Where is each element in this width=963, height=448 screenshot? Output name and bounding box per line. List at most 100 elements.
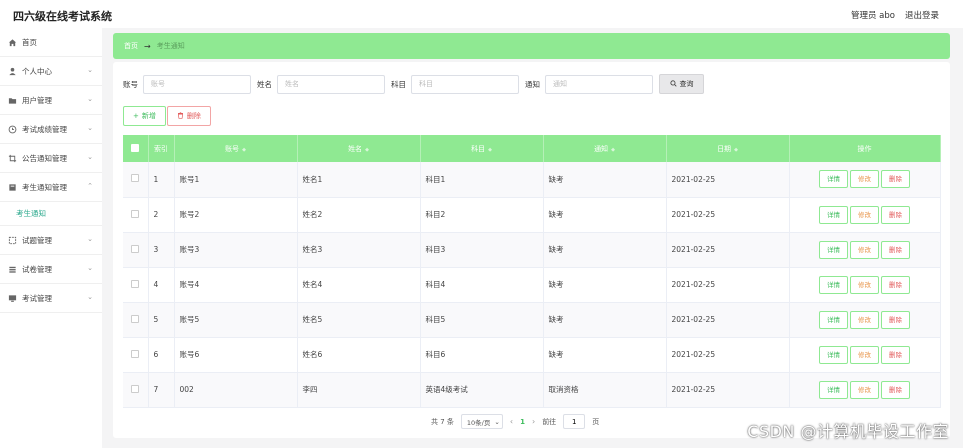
edit-button[interactable]: 修改 xyxy=(850,310,879,329)
row-delete-button[interactable]: 删除 xyxy=(881,380,910,399)
account-input[interactable] xyxy=(143,74,251,94)
cell-index: 3 xyxy=(148,232,175,267)
detail-button[interactable]: 详情 xyxy=(819,380,848,399)
cell-subject: 科目4 xyxy=(420,267,544,302)
cell-notice: 缺考 xyxy=(543,267,667,302)
cell-subject: 科目6 xyxy=(420,337,544,372)
chevron-up-icon: ⌃ xyxy=(87,182,93,190)
breadcrumb-home[interactable]: 首页 xyxy=(124,41,138,51)
edit-button[interactable]: 修改 xyxy=(850,275,879,294)
notice-input[interactable] xyxy=(545,74,653,94)
row-checkbox[interactable] xyxy=(123,267,149,302)
edit-button[interactable]: 修改 xyxy=(850,345,879,364)
sidebar-item-scores[interactable]: 考试成绩管理 ⌄ xyxy=(0,115,102,144)
edit-button[interactable]: 修改 xyxy=(850,170,879,189)
row-checkbox[interactable] xyxy=(123,372,149,407)
logout-link[interactable]: 退出登录 xyxy=(905,9,939,21)
edit-button[interactable]: 修改 xyxy=(850,380,879,399)
sidebar-item-announcements[interactable]: 公告通知管理 ⌄ xyxy=(0,144,102,173)
row-delete-button[interactable]: 删除 xyxy=(881,345,910,364)
row-delete-button[interactable]: 删除 xyxy=(881,170,910,189)
sidebar-item-student-notices[interactable]: 考生通知管理 ⌃ xyxy=(0,173,102,202)
cell-ops: 详情 修改 删除 xyxy=(789,337,941,372)
subject-input[interactable] xyxy=(411,74,519,94)
search-icon xyxy=(669,79,677,89)
column-header-date[interactable]: 日期 ◆ xyxy=(666,135,790,162)
page-size-select[interactable]: 10条/页 ⌄ xyxy=(460,414,503,429)
row-checkbox[interactable] xyxy=(123,337,149,372)
user-icon xyxy=(8,67,17,76)
table-row: 2 账号2 姓名2 科目2 缺考 2021-02-25 详情 修改 删除 xyxy=(123,197,941,232)
detail-button[interactable]: 详情 xyxy=(819,345,848,364)
select-all-checkbox[interactable] xyxy=(123,135,149,162)
row-checkbox[interactable] xyxy=(123,232,149,267)
cell-index: 5 xyxy=(148,302,175,337)
sidebar-item-label: 考试成绩管理 xyxy=(22,124,67,134)
column-header-account[interactable]: 账号 ◆ xyxy=(174,135,298,162)
cell-index: 2 xyxy=(148,197,175,232)
edit-button[interactable]: 修改 xyxy=(850,205,879,224)
monitor-icon xyxy=(8,294,17,303)
search-button-label: 查询 xyxy=(679,80,694,88)
table-row: 1 账号1 姓名1 科目1 缺考 2021-02-25 详情 修改 删除 xyxy=(123,162,941,197)
doc-icon xyxy=(8,183,17,192)
detail-button[interactable]: 详情 xyxy=(819,310,848,329)
cell-date: 2021-02-25 xyxy=(666,162,790,197)
cell-notice: 缺考 xyxy=(543,302,667,337)
row-delete-button[interactable]: 删除 xyxy=(881,240,910,259)
main-panel: 账号 姓名 科目 通知 查询 + 新增 删除 xyxy=(113,62,950,438)
page-suffix: 页 xyxy=(592,417,600,426)
detail-button[interactable]: 详情 xyxy=(819,275,848,294)
sidebar-item-questions[interactable]: 试题管理 ⌄ xyxy=(0,226,102,255)
column-header-name[interactable]: 姓名 ◆ xyxy=(297,135,421,162)
trash-icon xyxy=(177,111,184,121)
edit-button[interactable]: 修改 xyxy=(850,240,879,259)
sidebar-item-personal[interactable]: 个人中心 ⌄ xyxy=(0,57,102,86)
delete-button[interactable]: 删除 xyxy=(166,106,211,126)
sidebar-item-home[interactable]: 首页 xyxy=(0,28,102,57)
cell-ops: 详情 修改 删除 xyxy=(789,302,941,337)
breadcrumb-current: 考生通知 xyxy=(156,42,185,50)
cell-account: 账号6 xyxy=(174,337,298,372)
chevron-down-icon: ⌄ xyxy=(494,417,500,426)
cell-account: 账号5 xyxy=(174,302,298,337)
row-checkbox[interactable] xyxy=(123,302,149,337)
sidebar-item-label: 个人中心 xyxy=(22,66,52,76)
prev-page-button[interactable]: ‹ xyxy=(510,417,513,426)
sidebar-item-users[interactable]: 用户管理 ⌄ xyxy=(0,86,102,115)
clock-icon xyxy=(8,125,17,134)
search-button[interactable]: 查询 xyxy=(659,74,704,94)
row-delete-button[interactable]: 删除 xyxy=(881,205,910,224)
column-header-ops: 操作 xyxy=(789,135,941,162)
table-row: 7 002 李四 英语4级考试 取消资格 2021-02-25 详情 修改 删除 xyxy=(123,372,941,407)
cell-date: 2021-02-25 xyxy=(666,372,790,407)
page-number-current[interactable]: 1 xyxy=(520,418,525,426)
detail-button[interactable]: 详情 xyxy=(819,170,848,189)
goto-page-input[interactable] xyxy=(563,414,586,429)
add-button[interactable]: + 新增 xyxy=(123,106,166,126)
row-checkbox[interactable] xyxy=(123,197,149,232)
sidebar-item-papers[interactable]: 试卷管理 ⌄ xyxy=(0,255,102,284)
detail-button[interactable]: 详情 xyxy=(819,205,848,224)
sidebar-item-exams[interactable]: 考试管理 ⌄ xyxy=(0,284,102,313)
sidebar-item-label: 用户管理 xyxy=(22,95,52,105)
goto-label: 前往 xyxy=(542,417,557,426)
column-header-subject[interactable]: 科目 ◆ xyxy=(420,135,544,162)
detail-button[interactable]: 详情 xyxy=(819,240,848,259)
chevron-down-icon: ⌄ xyxy=(87,293,93,301)
row-checkbox[interactable] xyxy=(123,162,149,197)
cell-index: 7 xyxy=(148,372,175,407)
column-header-notice[interactable]: 通知 ◆ xyxy=(543,135,667,162)
row-delete-button[interactable]: 删除 xyxy=(881,310,910,329)
cell-account: 账号4 xyxy=(174,267,298,302)
row-delete-button[interactable]: 删除 xyxy=(881,275,910,294)
cell-date: 2021-02-25 xyxy=(666,267,790,302)
search-bar: 账号 姓名 科目 通知 查询 xyxy=(123,74,704,94)
cell-account: 账号3 xyxy=(174,232,298,267)
sidebar-subitem-student-notice[interactable]: 考生通知 xyxy=(0,202,102,226)
crop-icon xyxy=(8,154,17,163)
cell-index: 6 xyxy=(148,337,175,372)
next-page-button[interactable]: › xyxy=(532,417,535,426)
add-button-label: 新增 xyxy=(141,112,156,120)
name-input[interactable] xyxy=(277,74,385,94)
